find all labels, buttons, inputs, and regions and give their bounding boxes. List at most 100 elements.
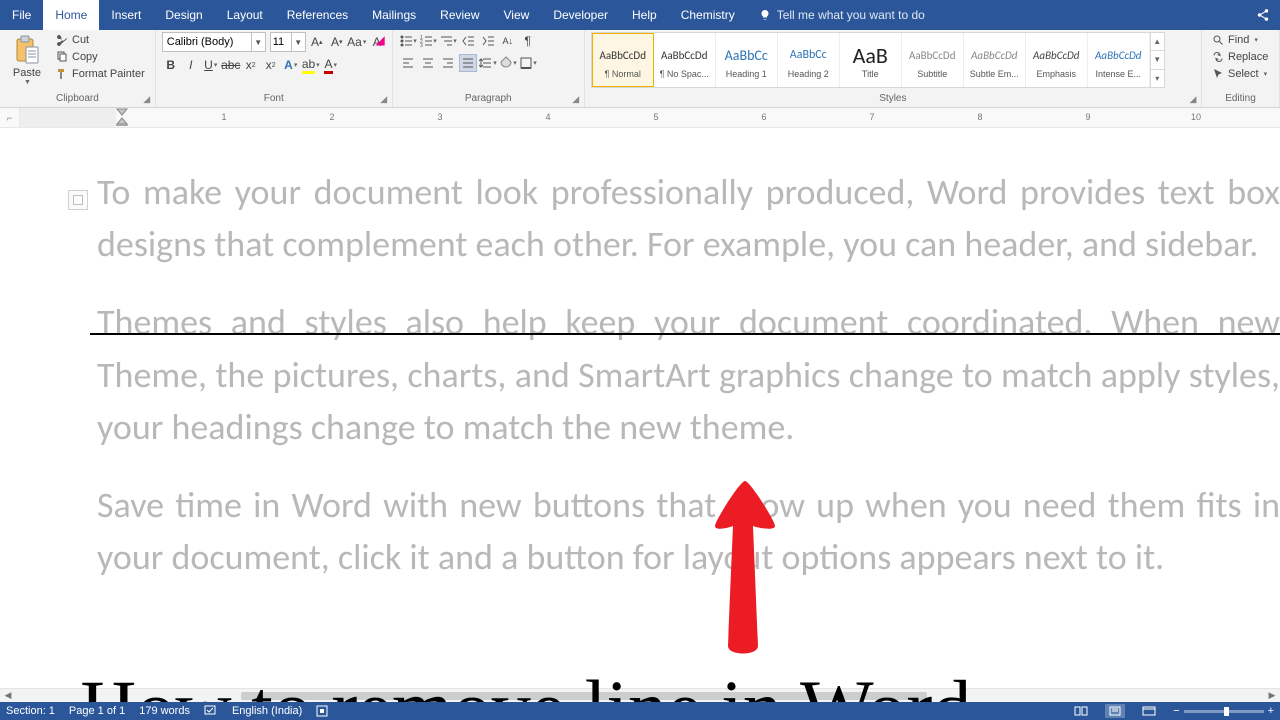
shrink-font-button[interactable]: A▾ bbox=[328, 33, 346, 51]
show-marks-button[interactable]: ¶ bbox=[519, 32, 537, 50]
styles-launcher-icon[interactable]: ◢ bbox=[1187, 93, 1199, 105]
style-item[interactable]: AaBbCcDdIntense E... bbox=[1088, 33, 1150, 87]
shading-button[interactable]: ▾ bbox=[499, 54, 517, 72]
line-spacing-button[interactable]: ▾ bbox=[479, 54, 497, 72]
justify-button[interactable] bbox=[459, 54, 477, 72]
bullets-button[interactable]: ▾ bbox=[399, 32, 417, 50]
styles-gallery[interactable]: AaBbCcDd¶ NormalAaBbCcDd¶ No Spac...AaBb… bbox=[591, 32, 1165, 88]
grow-font-button[interactable]: A▴ bbox=[308, 33, 326, 51]
zoom-out-button[interactable]: − bbox=[1173, 705, 1179, 717]
style-item[interactable]: AaBbCcDdSubtitle bbox=[902, 33, 964, 87]
select-button[interactable]: Select▾ bbox=[1208, 66, 1271, 82]
align-center-button[interactable] bbox=[419, 54, 437, 72]
tab-view[interactable]: View bbox=[492, 0, 542, 30]
text-effects-button[interactable]: A▾ bbox=[282, 56, 300, 74]
font-launcher-icon[interactable]: ◢ bbox=[378, 93, 390, 105]
status-words[interactable]: 179 words bbox=[139, 705, 190, 717]
status-section[interactable]: Section: 1 bbox=[6, 705, 55, 717]
clipboard-launcher-icon[interactable]: ◢ bbox=[141, 93, 153, 105]
font-name-combo[interactable]: ▼ bbox=[162, 32, 266, 52]
subscript-button[interactable]: x2 bbox=[242, 56, 260, 74]
print-layout-button[interactable] bbox=[1105, 704, 1125, 718]
scroll-left-icon[interactable]: ◀ bbox=[0, 689, 16, 703]
format-painter-button[interactable]: Format Painter bbox=[52, 66, 149, 82]
style-item[interactable]: AaBbCcHeading 2 bbox=[778, 33, 840, 87]
tab-file[interactable]: File bbox=[0, 0, 43, 30]
paragraph-launcher-icon[interactable]: ◢ bbox=[570, 93, 582, 105]
styles-scroll-arrow-icon[interactable]: ▲ bbox=[1151, 33, 1164, 50]
style-item[interactable]: AaBbCcDdSubtle Em... bbox=[964, 33, 1026, 87]
style-item[interactable]: AaBbCcDd¶ No Spac... bbox=[654, 33, 716, 87]
bold-button[interactable]: B bbox=[162, 56, 180, 74]
style-item[interactable]: AaBbCcDd¶ Normal bbox=[592, 33, 654, 87]
document-body[interactable]: To make your document look professionall… bbox=[97, 166, 1280, 609]
cut-button[interactable]: Cut bbox=[52, 32, 149, 48]
underline-button[interactable]: U▾ bbox=[202, 56, 220, 74]
font-color-button[interactable]: A▾ bbox=[322, 56, 340, 74]
tab-help[interactable]: Help bbox=[620, 0, 669, 30]
status-language[interactable]: English (India) bbox=[232, 705, 302, 717]
status-spellcheck-icon[interactable] bbox=[204, 705, 218, 717]
share-icon[interactable] bbox=[1256, 8, 1270, 22]
clear-formatting-button[interactable]: A◢ bbox=[368, 33, 386, 51]
tell-me-label: Tell me what you want to do bbox=[777, 8, 925, 22]
decrease-indent-button[interactable] bbox=[459, 32, 477, 50]
status-macro-icon[interactable] bbox=[316, 705, 328, 717]
chevron-down-icon[interactable]: ▼ bbox=[251, 33, 265, 51]
tab-review[interactable]: Review bbox=[428, 0, 491, 30]
tab-chemistry[interactable]: Chemistry bbox=[669, 0, 747, 30]
highlight-button[interactable]: ab▾ bbox=[302, 56, 320, 74]
paragraph-2[interactable]: Themes and styles also help keep your do… bbox=[97, 296, 1280, 453]
zoom-slider[interactable] bbox=[1184, 710, 1264, 713]
tab-layout[interactable]: Layout bbox=[215, 0, 275, 30]
sort-button[interactable]: A↓ bbox=[499, 32, 517, 50]
indent-marker-icon[interactable] bbox=[116, 108, 128, 126]
style-item[interactable]: AaBbCcDdEmphasis bbox=[1026, 33, 1088, 87]
italic-button[interactable]: I bbox=[182, 56, 200, 74]
chevron-down-icon[interactable]: ▼ bbox=[291, 33, 305, 51]
font-name-input[interactable] bbox=[163, 36, 251, 48]
replace-button[interactable]: Replace bbox=[1208, 49, 1272, 65]
tab-home[interactable]: Home bbox=[43, 0, 99, 30]
find-button[interactable]: Find▾ bbox=[1208, 32, 1262, 48]
style-item[interactable]: AaBTitle bbox=[840, 33, 902, 87]
multilevel-list-button[interactable]: ▾ bbox=[439, 32, 457, 50]
tab-developer[interactable]: Developer bbox=[541, 0, 620, 30]
tab-references[interactable]: References bbox=[275, 0, 360, 30]
copy-button[interactable]: Copy bbox=[52, 49, 149, 65]
clipboard-group-label: Clipboard bbox=[6, 91, 149, 107]
zoom-in-button[interactable]: + bbox=[1268, 705, 1274, 717]
borders-button[interactable]: ▾ bbox=[519, 54, 537, 72]
align-right-button[interactable] bbox=[439, 54, 457, 72]
scroll-right-icon[interactable]: ▶ bbox=[1264, 689, 1280, 703]
tell-me-search[interactable]: Tell me what you want to do bbox=[759, 0, 925, 30]
paste-label: Paste bbox=[13, 67, 41, 79]
tab-insert[interactable]: Insert bbox=[99, 0, 153, 30]
styles-more-icon[interactable]: ▾ bbox=[1151, 69, 1164, 87]
styles-scroll-arrow-icon[interactable]: ▼ bbox=[1151, 50, 1164, 68]
superscript-button[interactable]: x2 bbox=[262, 56, 280, 74]
paragraph-1[interactable]: To make your document look professionall… bbox=[97, 166, 1280, 270]
read-mode-button[interactable] bbox=[1071, 704, 1091, 718]
align-left-button[interactable] bbox=[399, 54, 417, 72]
scissors-icon bbox=[56, 34, 68, 46]
font-size-input[interactable] bbox=[271, 36, 291, 48]
paste-button[interactable]: Paste ▼ bbox=[6, 32, 48, 88]
increase-indent-button[interactable] bbox=[479, 32, 497, 50]
tab-design[interactable]: Design bbox=[153, 0, 214, 30]
paragraph-3[interactable]: Save time in Word with new buttons that … bbox=[97, 479, 1280, 583]
document-area[interactable]: To make your document look professionall… bbox=[0, 128, 1280, 702]
change-case-button[interactable]: Aa▾ bbox=[348, 33, 366, 51]
strikethrough-button[interactable]: abc bbox=[222, 56, 240, 74]
copy-label: Copy bbox=[72, 51, 98, 63]
numbering-button[interactable]: 123▾ bbox=[419, 32, 437, 50]
tab-mailings[interactable]: Mailings bbox=[360, 0, 428, 30]
layout-options-icon[interactable] bbox=[68, 190, 88, 210]
ruler[interactable]: ⌐ 12345678910 bbox=[0, 108, 1280, 128]
status-page[interactable]: Page 1 of 1 bbox=[69, 705, 125, 717]
web-layout-button[interactable] bbox=[1139, 704, 1159, 718]
paragraph-group-label: Paragraph bbox=[399, 91, 578, 107]
zoom-control[interactable]: − + bbox=[1173, 705, 1274, 717]
font-size-combo[interactable]: ▼ bbox=[270, 32, 306, 52]
style-item[interactable]: AaBbCcHeading 1 bbox=[716, 33, 778, 87]
